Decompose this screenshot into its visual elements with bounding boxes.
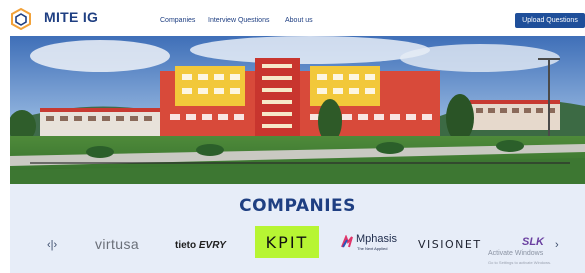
brand-name[interactable]: MITE IG: [44, 9, 98, 25]
logo-tieto-text: tieto: [175, 240, 197, 251]
logo-mphasis-text: Mphasis: [356, 233, 397, 245]
hero-campus-image: [10, 36, 585, 184]
logo-kpit[interactable]: KPIT: [255, 226, 319, 258]
nav-companies[interactable]: Companies: [160, 17, 195, 24]
carousel-prev-icon[interactable]: ‹|›: [47, 239, 57, 251]
logo-virtusa[interactable]: virtusa: [95, 236, 139, 252]
top-navbar: MITE IG Companies Interview Questions Ab…: [0, 0, 585, 34]
windows-activation-subtitle: Go to Settings to activate Windows.: [488, 260, 552, 265]
upload-questions-button[interactable]: Upload Questions: [515, 13, 585, 28]
logo-evry-text: EVRY: [198, 240, 226, 251]
windows-activation-watermark: Activate Windows: [488, 250, 544, 257]
logo-tieto-evry[interactable]: tieto EVRY: [175, 240, 226, 251]
carousel-next-icon[interactable]: ›: [555, 239, 559, 251]
logo-visionet[interactable]: VISIONET: [418, 238, 482, 251]
logo-slk[interactable]: SLK: [522, 236, 544, 248]
mphasis-mark-icon: [341, 235, 353, 248]
logo-mphasis-tagline: The Next Applied: [357, 246, 388, 251]
companies-section: COMPANIES ‹|› virtusa tieto EVRY KPIT Mp…: [10, 184, 585, 273]
companies-heading: COMPANIES: [239, 196, 356, 216]
nav-about-us[interactable]: About us: [285, 17, 313, 24]
mite-logo-icon[interactable]: [10, 8, 32, 30]
nav-interview-questions[interactable]: Interview Questions: [208, 17, 269, 24]
